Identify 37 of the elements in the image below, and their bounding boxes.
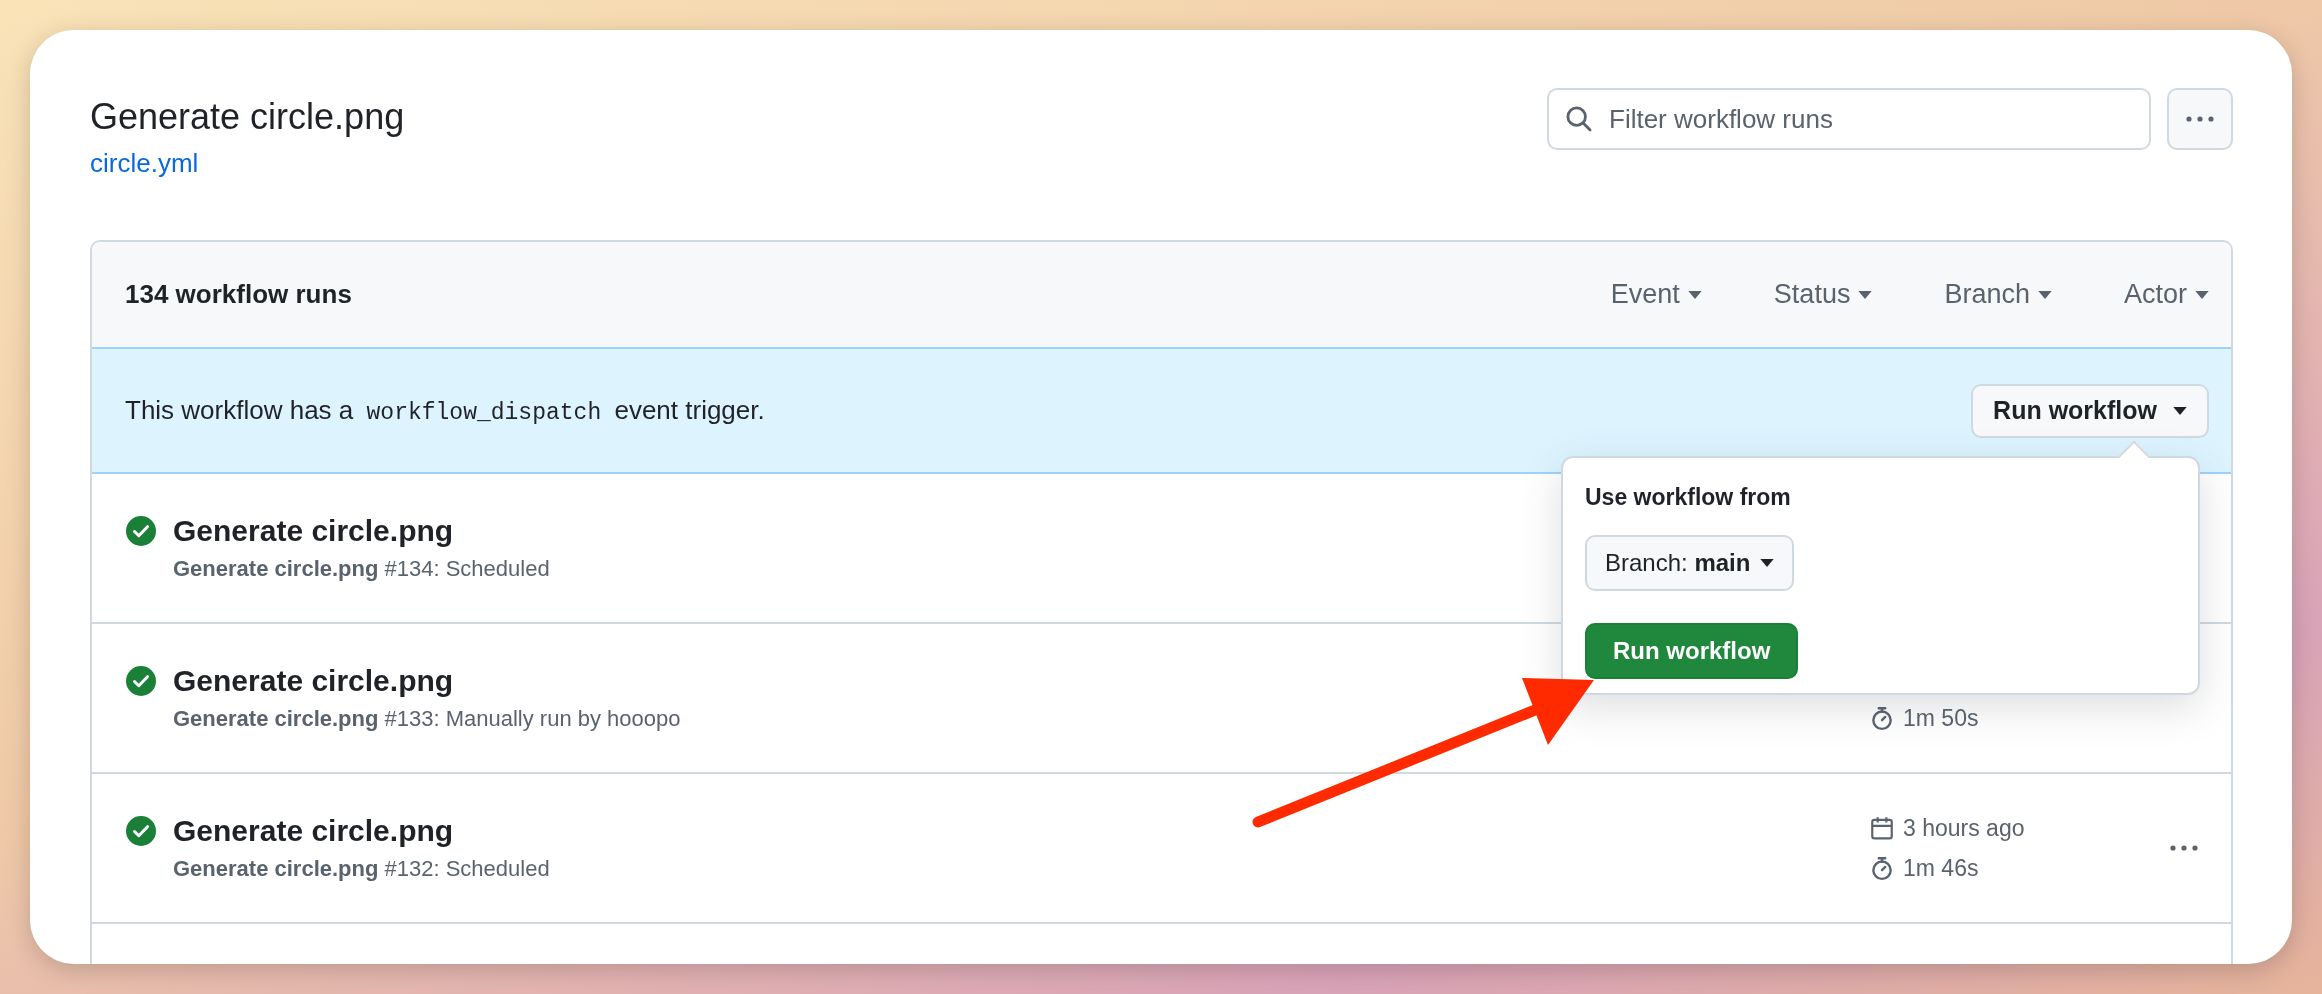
run-subtitle: Generate circle.png #133: Manually run by hooopo [173, 706, 681, 732]
calendar-icon [1869, 815, 1895, 841]
workflow-title: Generate circle.png [90, 96, 405, 138]
run-subtitle: Generate circle.png #132: Scheduled [173, 856, 550, 882]
run-workflow-dropdown-button[interactable]: Run workflow [1971, 383, 2209, 438]
caret-icon [2195, 290, 2209, 299]
check-circle-icon [125, 815, 157, 847]
run-date: 3 hours ago [1869, 808, 2159, 848]
runs-count: 134 workflow runs [125, 279, 352, 310]
run-duration: 1m 46s [1869, 848, 2159, 888]
stopwatch-icon [1869, 705, 1895, 731]
check-circle-icon [125, 515, 157, 547]
filter-dropdown[interactable]: Status [1773, 279, 1873, 310]
caret-icon [1687, 290, 1702, 299]
popover-heading: Use workflow from [1585, 484, 1792, 511]
run-title: Generate circle.png [173, 814, 454, 848]
workflow-file-link[interactable]: circle.yml [90, 148, 199, 179]
branch-select-button[interactable]: Branch: main [1585, 535, 1795, 591]
check-circle-icon [125, 665, 157, 697]
dispatch-message: This workflow has a workflow_dispatch event trigger. [125, 395, 765, 426]
run-duration: 1m 50s [1869, 698, 2159, 738]
caret-icon [2037, 290, 2052, 299]
stopwatch-icon [1869, 855, 1895, 881]
ellipsis-icon [2170, 845, 2198, 851]
caret-icon [1760, 559, 1775, 567]
filter-dropdown[interactable]: Branch [1944, 279, 2052, 310]
workflow-run-row[interactable]: Generate circle.png Generate circle.png #132: Scheduled 3 hours ago 1m 46s [92, 774, 2231, 924]
run-workflow-button[interactable]: Run workflow [1585, 623, 1799, 679]
caret-icon [2173, 406, 2187, 415]
ellipsis-icon [2186, 116, 2214, 122]
run-subtitle: Generate circle.png #134: Scheduled [173, 556, 550, 582]
filter-dropdown[interactable]: Actor [2123, 279, 2209, 310]
run-title: Generate circle.png [173, 664, 454, 698]
filter-dropdown[interactable]: Event [1610, 279, 1702, 310]
caret-icon [1858, 290, 1873, 299]
filter-search-field[interactable]: Filter workflow runs [1547, 88, 2151, 150]
run-title: Generate circle.png [173, 514, 454, 548]
